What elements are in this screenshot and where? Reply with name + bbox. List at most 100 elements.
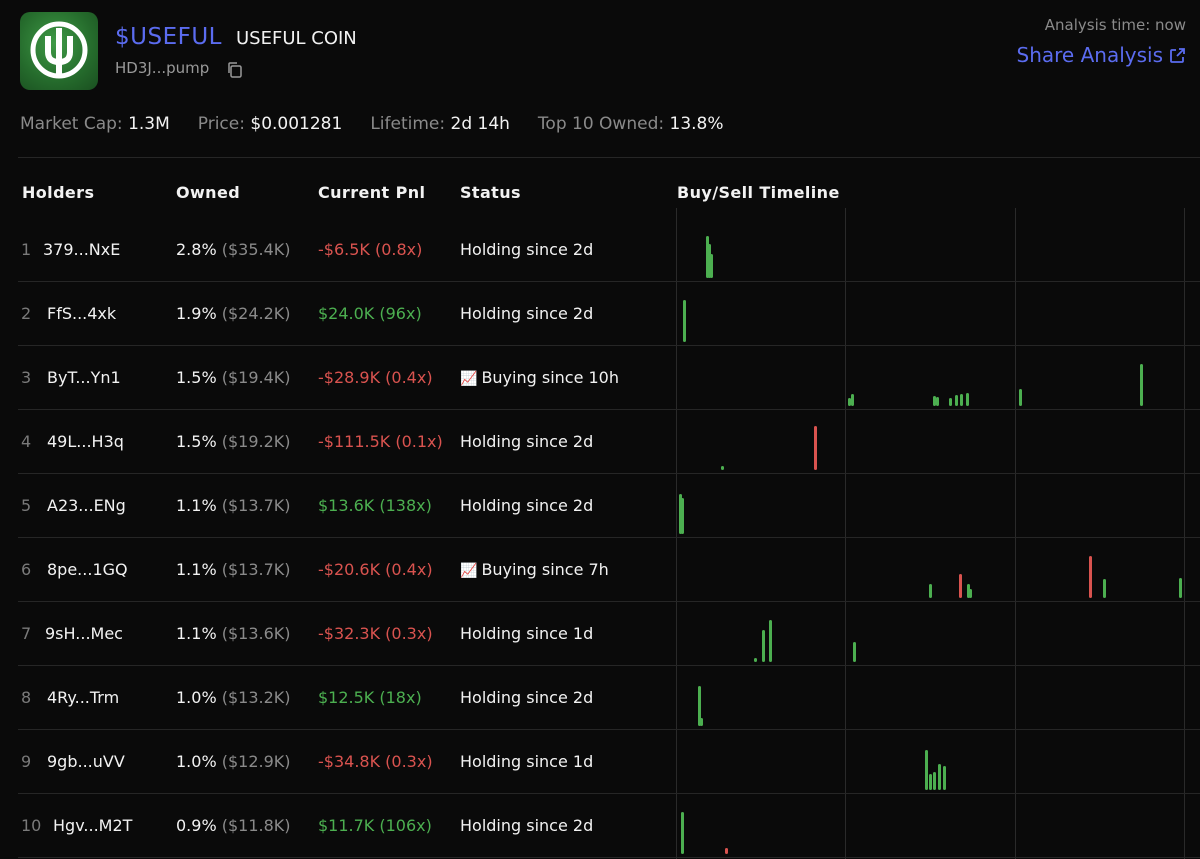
buy-bar: [683, 300, 686, 342]
column-header-status[interactable]: Status: [460, 183, 521, 202]
token-stats: Market Cap: 1.3M Price: $0.001281 Lifeti…: [20, 114, 724, 134]
owned-percent: 1.1%: [176, 496, 217, 515]
holder-rank: 3: [21, 368, 32, 387]
table-row[interactable]: 8 4Ry...Trm 1.0% ($13.2K) $12.5K (18x) Holdi…: [18, 666, 1200, 730]
owned-percent: 1.1%: [176, 624, 217, 643]
buy-bar: [960, 394, 963, 406]
buy-bar: [936, 397, 939, 406]
status-text: Holding since 1d: [460, 752, 594, 771]
holder-pnl: $24.0K (96x): [318, 304, 422, 323]
status-text: Holding since 2d: [460, 688, 594, 707]
buy-bar: [1019, 389, 1022, 406]
holder-status: Holding since 2d: [460, 474, 593, 538]
owned-usd: ($11.8K): [221, 816, 291, 835]
useful-logo-icon: [30, 21, 88, 79]
buy-sell-timeline: [676, 666, 1200, 730]
table-row[interactable]: 7 9sH...Mec 1.1% ($13.6K) -$32.3K (0.3x) Hol…: [18, 602, 1200, 666]
holder-rank: 9: [21, 752, 32, 771]
holder-rank: 5: [21, 496, 32, 515]
holder-wallet[interactable]: A23...ENg: [47, 474, 126, 538]
table-row[interactable]: 1 379...NxE 2.8% ($35.4K) -$6.5K (0.8x) Hold…: [18, 218, 1200, 282]
holder-owned: 2.8% ($35.4K): [176, 218, 291, 282]
owned-percent: 1.5%: [176, 432, 217, 451]
chart-up-icon: 📈: [460, 371, 478, 387]
status-text: Holding since 2d: [460, 240, 594, 259]
buy-bar: [700, 718, 703, 726]
column-header-owned[interactable]: Owned: [176, 183, 240, 202]
holder-owned: 1.0% ($13.2K): [176, 666, 291, 730]
buy-bar: [851, 394, 854, 406]
table-row[interactable]: 10 Hgv...M2T 0.9% ($11.8K) $11.7K (106x) Hol…: [18, 794, 1200, 858]
holder-rank: 10: [21, 816, 42, 835]
chart-up-icon: 📈: [460, 563, 478, 579]
table-row[interactable]: 5 A23...ENg 1.1% ($13.7K) $13.6K (138x) Hold…: [18, 474, 1200, 538]
buy-bar: [929, 774, 932, 790]
holder-pnl: $11.7K (106x): [318, 816, 432, 835]
buy-bar: [938, 764, 941, 790]
table-row[interactable]: 2 FfS...4xk 1.9% ($24.2K) $24.0K (96x) Holdi…: [18, 282, 1200, 346]
buy-bar: [681, 498, 684, 534]
owned-percent: 0.9%: [176, 816, 217, 835]
holder-owned: 1.0% ($12.9K): [176, 730, 291, 794]
column-header-holders[interactable]: Holders: [22, 183, 94, 202]
buy-bar: [754, 658, 757, 662]
holder-wallet[interactable]: 8pe...1GQ: [47, 538, 128, 602]
copy-icon[interactable]: [226, 61, 244, 79]
market-cap-stat: Market Cap: 1.3M: [20, 114, 170, 134]
buy-bar: [969, 589, 972, 598]
holder-rank: 2: [21, 304, 32, 323]
holder-wallet[interactable]: 9sH...Mec: [45, 602, 123, 666]
holder-owned: 1.1% ($13.6K): [176, 602, 291, 666]
holder-pnl: -$111.5K (0.1x): [318, 432, 443, 451]
holder-owned: 1.5% ($19.2K): [176, 410, 291, 474]
holder-wallet[interactable]: ByT...Yn1: [47, 346, 121, 410]
lifetime-stat: Lifetime: 2d 14h: [370, 114, 510, 134]
external-link-icon: [1170, 47, 1185, 63]
buy-bar: [1103, 579, 1106, 598]
buy-bar: [721, 466, 724, 470]
holder-status: Holding since 1d: [460, 602, 593, 666]
holder-status: Holding since 2d: [460, 218, 593, 282]
owned-usd: ($13.6K): [221, 624, 291, 643]
holder-owned: 1.1% ($13.7K): [176, 538, 291, 602]
holder-rank: 6: [21, 560, 32, 579]
table-row[interactable]: 9 9gb...uVV 1.0% ($12.9K) -$34.8K (0.3x) Hol…: [18, 730, 1200, 794]
column-header-timeline: Buy/Sell Timeline: [677, 183, 840, 202]
buy-sell-timeline: [676, 538, 1200, 602]
owned-usd: ($19.4K): [221, 368, 291, 387]
buy-bar: [933, 772, 936, 790]
holder-pnl: -$34.8K (0.3x): [318, 752, 433, 771]
holder-wallet[interactable]: Hgv...M2T: [53, 794, 132, 858]
holder-wallet[interactable]: 49L...H3q: [47, 410, 124, 474]
holder-owned: 0.9% ($11.8K): [176, 794, 291, 858]
holder-wallet[interactable]: 379...NxE: [43, 218, 120, 282]
buy-bar: [943, 766, 946, 790]
status-text: Buying since 10h: [481, 368, 619, 387]
buy-bar: [1140, 364, 1143, 406]
holder-rank: 1: [21, 240, 32, 259]
buy-sell-timeline: [676, 282, 1200, 346]
table-row[interactable]: 3 ByT...Yn1 1.5% ($19.4K) -$28.9K (0.4x) 📈 Bu…: [18, 346, 1200, 410]
table-row[interactable]: 4 49L...H3q 1.5% ($19.2K) -$111.5K (0.1x) Ho…: [18, 410, 1200, 474]
holder-wallet[interactable]: FfS...4xk: [47, 282, 116, 346]
buy-bar: [925, 750, 928, 790]
holder-wallet[interactable]: 9gb...uVV: [47, 730, 125, 794]
status-text: Holding since 2d: [460, 304, 594, 323]
holder-wallet[interactable]: 4Ry...Trm: [47, 666, 119, 730]
buy-bar: [955, 395, 958, 406]
owned-percent: 1.9%: [176, 304, 217, 323]
table-row[interactable]: 6 8pe...1GQ 1.1% ($13.7K) -$20.6K (0.4x) 📈 Bu…: [18, 538, 1200, 602]
column-header-pnl[interactable]: Current Pnl: [318, 183, 425, 202]
status-text: Buying since 7h: [481, 560, 609, 579]
holder-pnl: $13.6K (138x): [318, 496, 432, 515]
holder-rank: 8: [21, 688, 32, 707]
buy-sell-timeline: [676, 730, 1200, 794]
buy-bar: [1179, 578, 1182, 598]
price-stat: Price: $0.001281: [197, 114, 343, 134]
status-text: Holding since 2d: [460, 432, 594, 451]
share-analysis-link[interactable]: Share Analysis: [1017, 43, 1186, 67]
token-address: HD3J...pump: [115, 59, 210, 77]
analysis-time: Analysis time: now: [1044, 16, 1186, 34]
buy-bar: [681, 812, 684, 854]
holder-status: 📈 Buying since 10h: [460, 346, 619, 410]
